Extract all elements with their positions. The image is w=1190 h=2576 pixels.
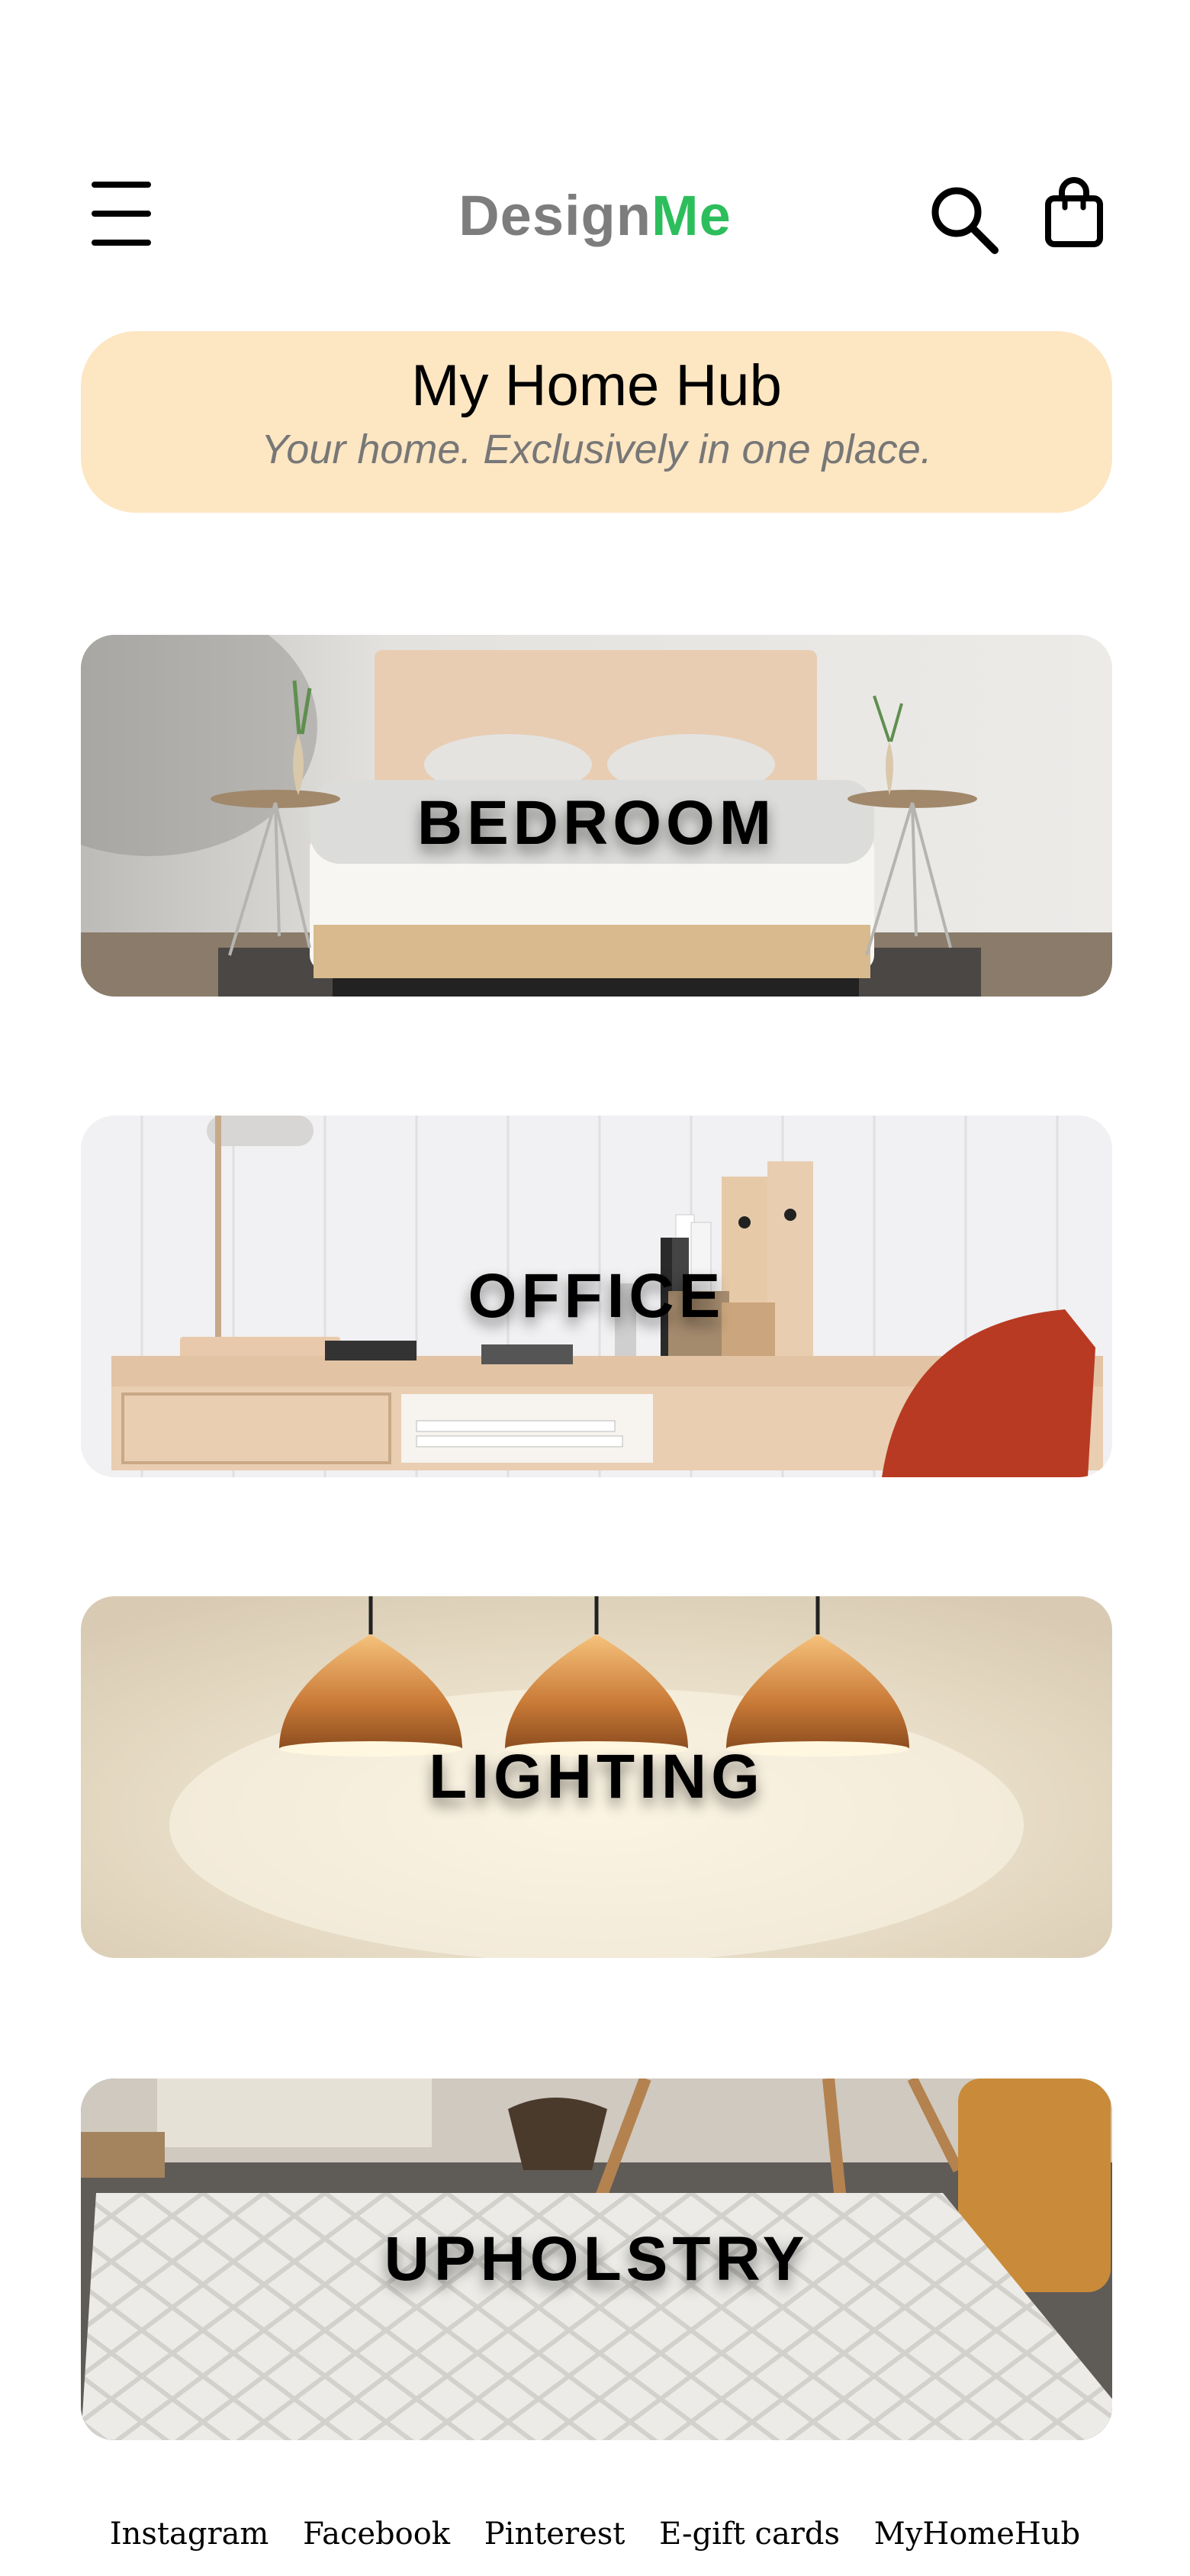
menu-icon[interactable]: [92, 182, 153, 246]
category-card-upholstry[interactable]: UPHOLSTRY: [81, 2079, 1112, 2440]
search-icon[interactable]: [928, 183, 1001, 256]
brand-logo: DesignMe: [0, 183, 1190, 248]
hub-title: My Home Hub: [411, 353, 782, 418]
footer-link-myhomehub[interactable]: MyHomeHub: [874, 2516, 1080, 2552]
category-label-office: OFFICE: [468, 1261, 725, 1331]
footer-link-egift-cards[interactable]: E-gift cards: [659, 2516, 840, 2552]
footer-link-facebook[interactable]: Facebook: [303, 2516, 450, 2552]
category-card-office[interactable]: OFFICE: [81, 1116, 1112, 1477]
top-bar: DesignMe: [0, 153, 1190, 282]
category-label-lighting: LIGHTING: [429, 1742, 764, 1811]
home-hub-banner[interactable]: My Home Hub Your home. Exclusively in on…: [81, 331, 1112, 513]
footer-links: Instagram Facebook Pinterest E-gift card…: [0, 2516, 1190, 2552]
hub-subtitle: Your home. Exclusively in one place.: [261, 427, 932, 473]
footer-link-pinterest[interactable]: Pinterest: [484, 2516, 626, 2552]
logo-text-design: Design: [458, 184, 651, 247]
logo-text-me: Me: [651, 184, 732, 247]
category-card-lighting[interactable]: LIGHTING: [81, 1596, 1112, 1958]
shopping-bag-icon[interactable]: [1044, 175, 1105, 249]
category-label-bedroom: BEDROOM: [416, 788, 777, 858]
category-card-bedroom[interactable]: BEDROOM: [81, 635, 1112, 997]
category-label-upholstry: UPHOLSTRY: [384, 2224, 809, 2294]
footer-link-instagram[interactable]: Instagram: [110, 2516, 269, 2552]
